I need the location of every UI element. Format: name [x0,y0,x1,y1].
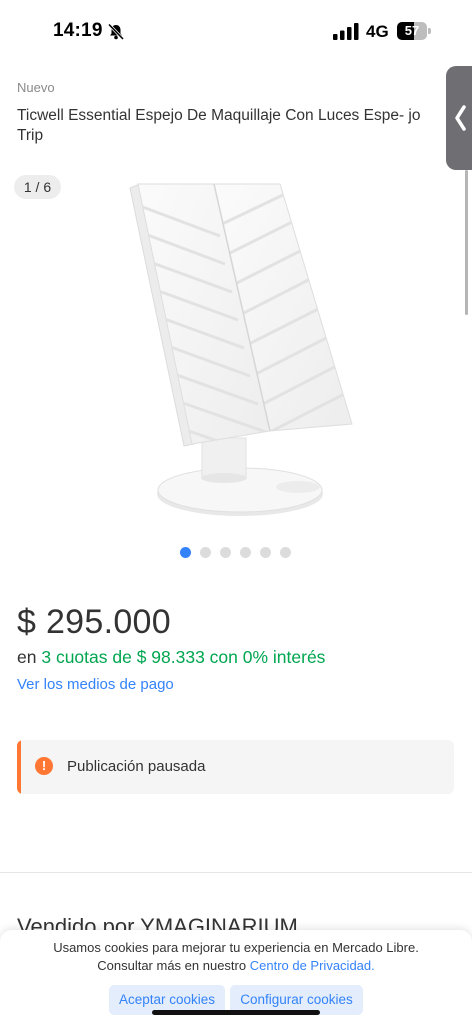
network-label: 4G [366,22,389,41]
notice-text: Publicación pausada [67,758,206,775]
installments-detail: 3 cuotas de $ 98.333 con 0% interés [41,647,326,667]
cookie-message: Usamos cookies para mejorar tu experienc… [53,940,419,955]
notice-accent-bar [17,740,21,794]
product-image[interactable] [110,176,366,522]
battery-icon: 57 [397,22,431,40]
signal-bars-icon [333,23,359,40]
gallery-counter: 1 / 6 [14,175,61,199]
privacy-center-link[interactable]: Centro de Privacidad. [250,958,375,973]
gallery-dot[interactable] [280,547,291,558]
cookie-privacy-prefix: Consultar más en nuestro [97,958,247,973]
bell-slash-icon [106,22,126,42]
price: $ 295.000 [17,603,171,641]
gallery-dot[interactable] [260,547,271,558]
scrollbar[interactable] [465,170,468,315]
status-bar: 14:19 4G 57 [0,0,472,64]
chevron-left-icon [455,105,466,131]
gallery-dot[interactable] [200,547,211,558]
condition-label: Nuevo [17,80,55,95]
gallery-dot[interactable] [180,547,191,558]
battery-percent: 57 [404,23,420,38]
back-button[interactable] [446,66,472,170]
payment-methods-link[interactable]: Ver los medios de pago [17,676,174,693]
gallery-dot[interactable] [240,547,251,558]
installments: en 3 cuotas de $ 98.333 con 0% interés [17,647,325,668]
divider [0,872,472,873]
home-indicator[interactable] [152,1010,320,1015]
cookie-privacy-line: Consultar más en nuestro Centro de Priva… [0,958,472,973]
installments-prefix: en [17,647,37,667]
paused-notice: ! Publicación pausada [17,740,454,794]
gallery-pagination[interactable] [180,547,291,559]
product-title: Ticwell Essential Espejo De Maquillaje C… [17,107,421,144]
exclamation-circle-icon: ! [35,757,53,775]
gallery-dot[interactable] [220,547,231,558]
status-time: 14:19 [53,20,103,41]
